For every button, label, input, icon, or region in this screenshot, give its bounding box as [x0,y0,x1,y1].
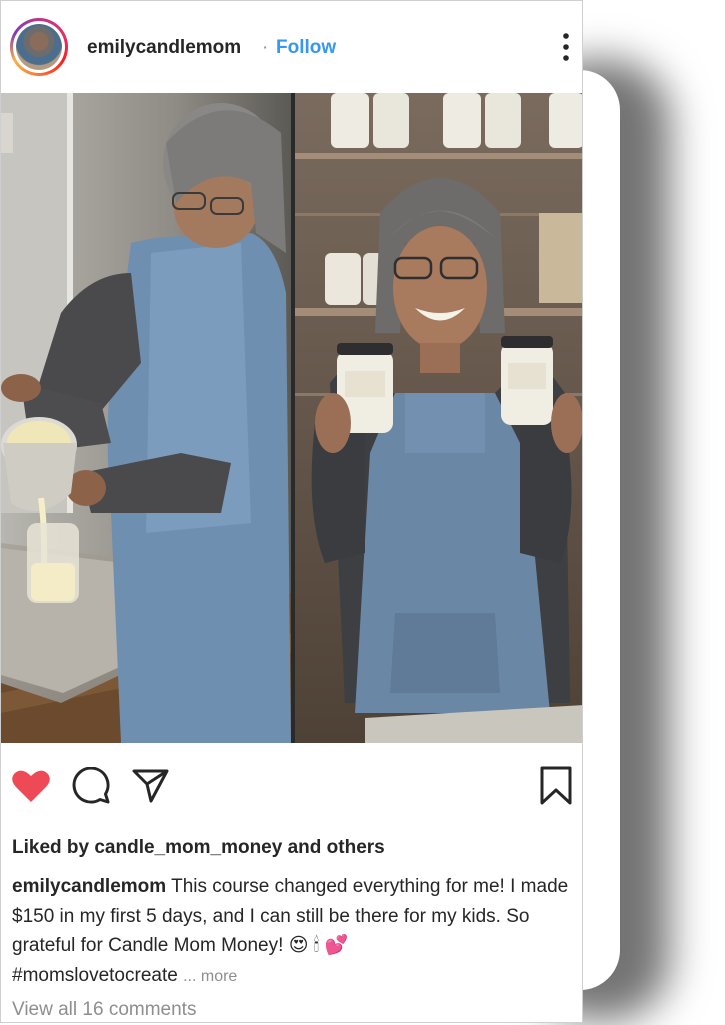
likes-suffix[interactable]: and others [282,837,385,858]
caption-emojis: 😍 🕯 💕 [288,935,349,956]
likes-prefix: Liked by [12,837,95,858]
comment-icon[interactable] [71,766,111,805]
post-image[interactable] [1,93,582,743]
photo-pouring-wax [1,93,291,743]
caption-hashtag[interactable]: #momslovetocreate [12,965,178,986]
likes-summary: Liked by candle_mom_money and others [12,837,385,859]
page: emilycandlemom · Follow Liked by candle_… [0,0,725,1025]
follow-button[interactable]: Follow [276,37,336,59]
caption-more-link[interactable]: ... more [183,968,237,985]
post-actions [1,743,582,833]
view-comments-link[interactable]: View all 16 comments [12,999,196,1021]
avatar[interactable] [10,18,68,76]
bookmark-icon[interactable] [538,765,574,807]
heart-icon[interactable] [11,768,51,804]
caption-username[interactable]: emilycandlemom [12,876,166,897]
send-icon[interactable] [131,767,171,805]
separator-dot: · [262,37,269,58]
photo-holding-candles [295,93,582,743]
post-caption: emilycandlemom This course changed every… [12,872,572,991]
liked-by-user[interactable]: candle_mom_money [94,837,282,858]
post-header: emilycandlemom · Follow [1,1,582,93]
post-username[interactable]: emilycandlemom [87,37,241,59]
more-vertical-icon[interactable] [557,32,575,62]
instagram-post-card: emilycandlemom · Follow Liked by candle_… [0,0,583,1023]
avatar-photo [16,24,62,70]
